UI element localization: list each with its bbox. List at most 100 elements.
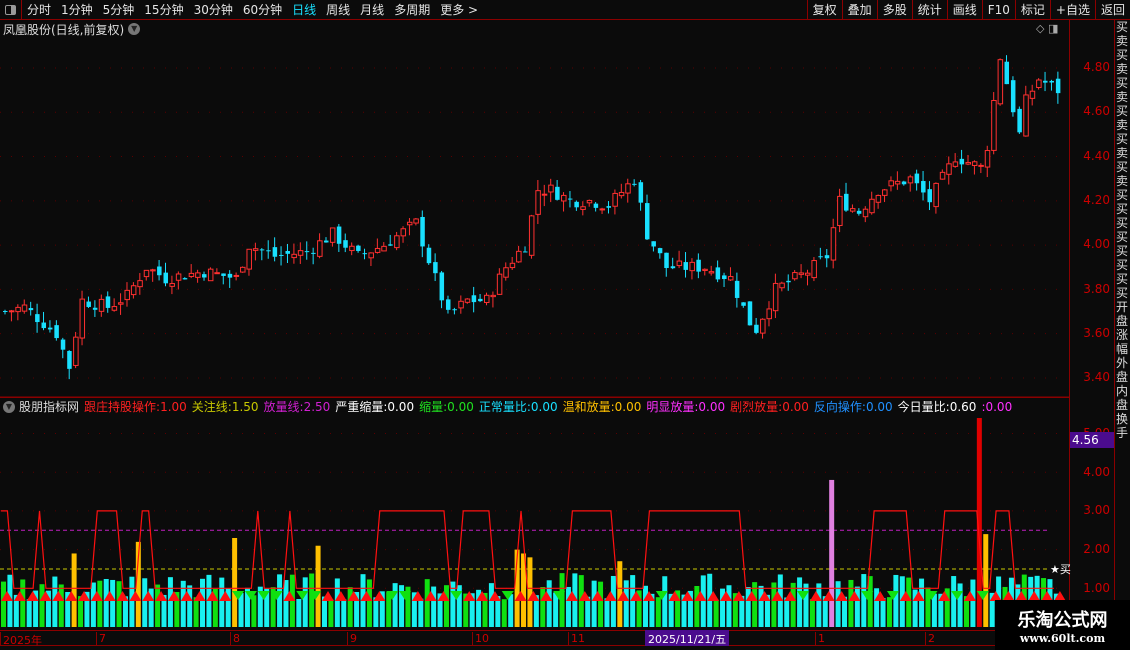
candlestick — [336, 223, 342, 252]
indicator-tick-label: 2.00 — [1083, 542, 1110, 557]
action-button-4[interactable]: 画线 — [946, 0, 982, 20]
period-tab-6[interactable]: 日线 — [287, 1, 321, 18]
action-button-2[interactable]: 多股 — [876, 0, 912, 20]
toolbar: 分时 1分钟 5分钟 15分钟 30分钟 60分钟 日线 周线 月线 多周期 更多 > 复权 叠加 多股… — [0, 0, 1130, 20]
indicator-header: ▼ 股朋指标网 跟庄持股操作:1.00 关注线:1.50 放量线:2.50 严重缩量:… — [0, 397, 1069, 415]
layout-toggle-icon[interactable] — [0, 0, 22, 20]
candlestick — [285, 243, 290, 264]
candlestick — [368, 252, 374, 267]
candlestick — [888, 176, 894, 192]
candlestick — [856, 208, 862, 216]
candlestick — [760, 318, 766, 339]
candlestick — [1010, 76, 1016, 117]
period-tab-10[interactable]: 更多 > — [435, 1, 483, 18]
period-tab-5[interactable]: 60分钟 — [238, 1, 287, 18]
chevron-down-icon[interactable]: ▼ — [3, 400, 15, 413]
date-tick-label: 1 — [815, 632, 825, 646]
period-tab-0[interactable]: 分时 — [22, 1, 56, 18]
candlestick — [169, 275, 175, 295]
candlestick — [1017, 106, 1022, 134]
candlestick — [593, 201, 599, 212]
volume-ratio-bar — [546, 580, 552, 627]
indicator-name: 股朋指标网 — [19, 400, 80, 414]
candlestick — [921, 170, 926, 201]
period-tab-4[interactable]: 30分钟 — [189, 1, 238, 18]
candlestick — [574, 200, 579, 211]
candlestick — [202, 271, 207, 281]
volume-ratio-bar — [488, 583, 494, 627]
volume-ratio-bar — [842, 596, 848, 627]
candlestick — [175, 271, 182, 290]
candlestick — [689, 258, 695, 280]
legend-label: 反向操作: — [813, 400, 866, 414]
legend-value: 0.00 — [387, 400, 415, 414]
candlestick — [946, 156, 952, 185]
candlestick — [41, 311, 47, 331]
legend-value: 0.60 — [949, 400, 977, 414]
legend-value: 0.00 — [530, 400, 558, 414]
date-axis: 2025年 7 8 9 10 11 1 2 — [0, 630, 1069, 647]
period-tab-3[interactable]: 15分钟 — [139, 1, 188, 18]
period-tab-2[interactable]: 5分钟 — [98, 1, 140, 18]
period-tab-1[interactable]: 1分钟 — [56, 1, 98, 18]
candlestick — [15, 304, 21, 321]
date-tick-label: 9 — [347, 632, 357, 646]
action-button-3[interactable]: 统计 — [911, 0, 947, 20]
candlestick — [696, 253, 701, 279]
action-button-0[interactable]: 复权 — [806, 0, 842, 20]
volume-ratio-bar — [187, 585, 193, 627]
candlestick — [130, 282, 137, 299]
volume-ratio-bar — [193, 597, 199, 627]
volume-ratio-bar — [296, 598, 302, 627]
legend-value: 0.00 — [614, 400, 642, 414]
price-tick-label: 4.60 — [1083, 104, 1110, 119]
candlestick — [240, 266, 246, 273]
action-button-7[interactable]: +自选 — [1049, 0, 1095, 20]
volume-ratio-bar — [919, 578, 925, 627]
candlestick — [67, 350, 72, 380]
action-button-8[interactable]: 返回 — [1094, 0, 1130, 20]
price-tick-label: 4.00 — [1083, 237, 1110, 252]
candlestick — [214, 268, 220, 275]
candlestick — [862, 206, 869, 223]
candlestick — [8, 309, 15, 322]
legend-item: 跟庄持股操作:1.00 — [84, 398, 187, 415]
candlestick — [362, 248, 368, 260]
candlestick — [702, 268, 708, 276]
candlestick — [657, 247, 663, 259]
period-tab-8[interactable]: 月线 — [355, 1, 389, 18]
action-button-5[interactable]: F10 — [981, 0, 1015, 20]
candlestick — [73, 331, 79, 369]
legend-value: 0.00 — [985, 399, 1013, 414]
candlestick — [959, 149, 965, 174]
candlestick — [433, 253, 438, 282]
price-tick-label: 4.20 — [1083, 192, 1110, 207]
volume-ratio-bar — [957, 583, 963, 627]
candlestick — [1004, 55, 1010, 85]
candlestick — [849, 204, 856, 213]
candlestick — [894, 171, 901, 190]
period-tab-9[interactable]: 多周期 — [389, 1, 435, 18]
cursor-date-label: 2025/11/21/五 — [645, 630, 730, 646]
period-tab-7[interactable]: 周线 — [321, 1, 355, 18]
candlestick — [400, 226, 407, 243]
candlestick — [388, 234, 393, 246]
volume-ratio-bar — [1, 581, 6, 627]
candlestick — [452, 307, 457, 315]
date-tick-label: 11 — [568, 632, 585, 646]
candlestick — [606, 201, 611, 214]
volume-ratio-bar — [931, 593, 937, 627]
candlestick — [599, 207, 606, 214]
legend-label: 跟庄持股操作: — [84, 400, 161, 414]
candlestick — [798, 264, 805, 279]
volume-ratio-bar — [347, 587, 353, 627]
legend-label: 严重缩量: — [335, 400, 388, 414]
candlestick — [413, 218, 419, 226]
chart-canvas[interactable] — [0, 20, 1069, 630]
volume-ratio-bar — [39, 584, 45, 627]
candlestick — [580, 201, 586, 216]
action-button-1[interactable]: 叠加 — [841, 0, 877, 20]
candlestick — [356, 244, 361, 253]
action-button-6[interactable]: 标记 — [1014, 0, 1050, 20]
volume-ratio-bar — [565, 586, 571, 627]
